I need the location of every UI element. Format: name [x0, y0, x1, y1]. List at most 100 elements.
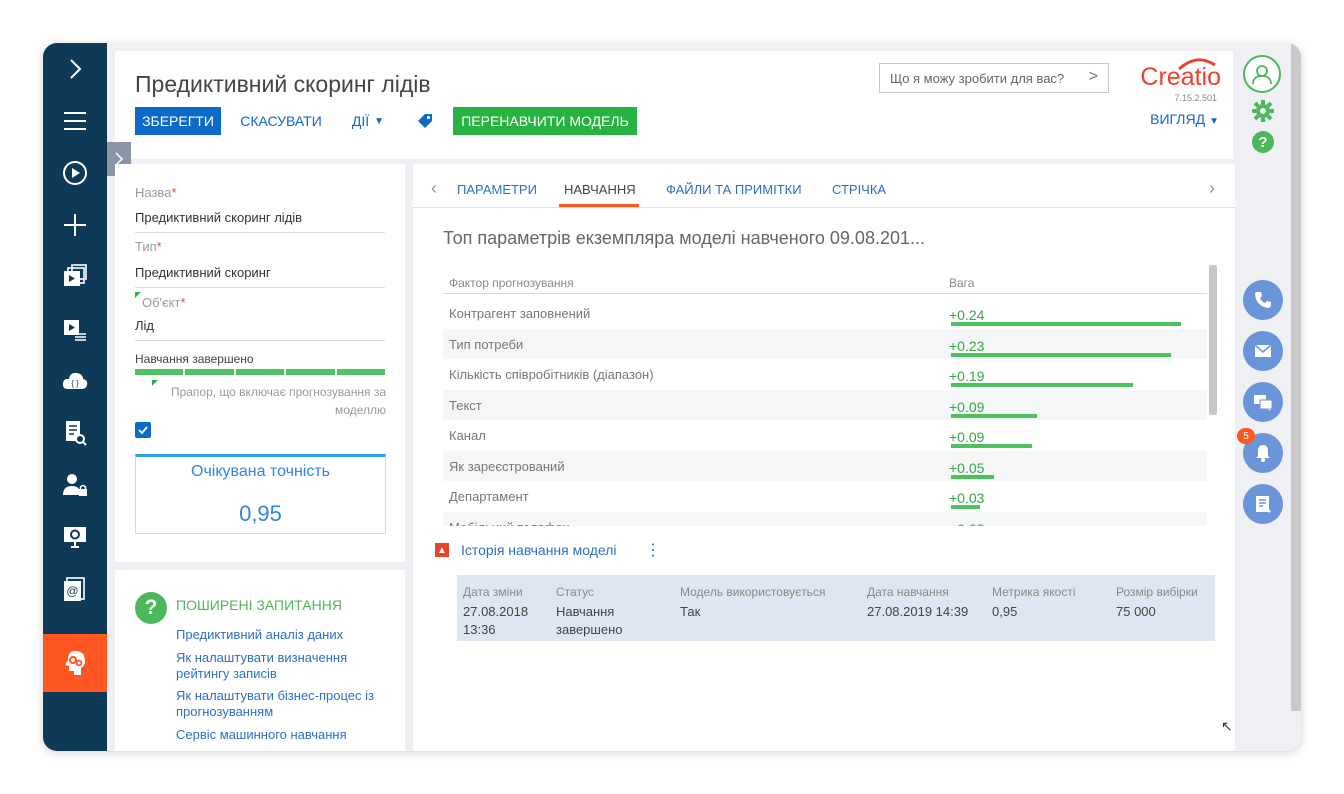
history-cell[interactable]: 27.08.2018 13:36	[463, 603, 547, 639]
factor-weight: +0.09	[949, 398, 985, 415]
grid-scrollbar[interactable]	[1209, 265, 1217, 415]
tab-training[interactable]: НАВЧАННЯ	[564, 182, 636, 197]
weight-bar	[951, 383, 1133, 387]
command-search-input[interactable]: Що я можу зробити для вас? >	[879, 63, 1109, 93]
feed-document-icon[interactable]	[1243, 484, 1283, 524]
history-cell[interactable]: 75 000	[1116, 603, 1212, 621]
tabs-bar: ‹ ПАРАМЕТРИ НАВЧАННЯ ФАЙЛИ ТА ПРИМІТКИ С…	[413, 164, 1235, 208]
email-templates-icon[interactable]: @	[43, 563, 107, 615]
mouse-cursor-icon: ↖	[1221, 718, 1233, 734]
prediction-flag-checkbox[interactable]	[135, 422, 151, 438]
left-nav: { } @	[43, 43, 107, 751]
prediction-flag-label: Прапор, що включає прогнозування за моде…	[170, 385, 386, 417]
user-lock-icon[interactable]	[43, 459, 107, 511]
history-cell[interactable]: Навчання завершено	[556, 603, 656, 639]
factor-name: Департамент	[449, 489, 529, 504]
cloud-code-icon[interactable]: { }	[43, 355, 107, 407]
settings-gear-icon[interactable]	[1243, 96, 1283, 126]
tag-icon[interactable]	[413, 107, 437, 135]
factor-name: Мобільний телефон	[449, 520, 570, 527]
training-progress-bar	[135, 369, 386, 375]
history-cell[interactable]: 27.08.2019 14:39	[867, 603, 985, 621]
email-icon[interactable]	[1243, 331, 1283, 371]
question-icon: ?	[135, 592, 167, 624]
tab-feed[interactable]: СТРІЧКА	[832, 182, 886, 197]
tab-files-notes[interactable]: ФАЙЛИ ТА ПРИМІТКИ	[666, 182, 802, 197]
table-row[interactable]: Мобільний телефон +0.03	[443, 511, 1207, 527]
col-weight-header: Вага	[949, 276, 975, 290]
sections-icon[interactable]	[43, 251, 107, 303]
profile-avatar-icon[interactable]	[1243, 55, 1281, 93]
factor-name: Як зареєстрований	[449, 458, 565, 474]
history-col-header: Дата навчання	[867, 585, 949, 599]
save-button[interactable]: ЗБЕРЕГТИ	[135, 107, 221, 135]
tabs-scroll-right-icon[interactable]: ›	[1209, 178, 1215, 199]
view-label: ВИГЛЯД	[1150, 111, 1206, 127]
hamburger-menu-icon[interactable]	[43, 95, 107, 147]
history-cell[interactable]: Так	[680, 603, 860, 621]
table-row[interactable]: Тип потреби +0.23	[443, 328, 1207, 359]
object-field[interactable]: Лід	[135, 318, 385, 341]
object-label: Об'єкт*	[142, 295, 186, 310]
cancel-button[interactable]: СКАСУВАТИ	[240, 107, 322, 135]
table-row[interactable]: Канал +0.09	[443, 420, 1207, 451]
help-icon[interactable]: ?	[1243, 127, 1283, 157]
history-menu-icon[interactable]: ⋮	[645, 540, 661, 560]
retrain-model-button[interactable]: ПЕРЕНАВЧИТИ МОДЕЛЬ	[453, 107, 637, 135]
process-list-icon[interactable]	[43, 303, 107, 355]
phone-icon[interactable]	[1243, 280, 1283, 320]
factor-weight: +0.19	[949, 368, 985, 384]
weight-bar	[951, 505, 980, 509]
history-title[interactable]: Історія навчання моделі	[461, 542, 617, 558]
page-title: Предиктивний скоринг лідів	[135, 71, 431, 97]
faq-link[interactable]: Предиктивний аналіз даних	[176, 627, 396, 643]
tabs-scroll-left-icon[interactable]: ‹	[431, 178, 437, 199]
weight-bar	[951, 413, 1037, 418]
history-cell[interactable]: 0,95	[992, 603, 1102, 621]
table-row[interactable]: Текст +0.09	[443, 389, 1207, 420]
view-dropdown[interactable]: ВИГЛЯД ▼	[1145, 111, 1219, 127]
svg-text:@: @	[66, 584, 78, 598]
table-row[interactable]: Як зареєстрований +0.05	[443, 450, 1207, 481]
expand-menu-icon[interactable]	[43, 43, 107, 95]
notifications-badge: 5	[1237, 428, 1255, 444]
faq-link[interactable]: Як налаштувати бізнес-процес із прогнозу…	[176, 688, 396, 720]
svg-text:?: ?	[1258, 134, 1267, 151]
history-col-header: Дата зміни	[463, 585, 523, 599]
type-field[interactable]: Предиктивний скоринг	[135, 265, 385, 288]
name-label: Назва*	[135, 185, 177, 200]
right-rail: ? 5	[1237, 43, 1291, 751]
factor-name: Текст	[449, 397, 482, 413]
factor-name: Канал	[449, 428, 486, 443]
factor-name: Контрагент заповнений	[449, 306, 591, 321]
main-panel: ‹ ПАРАМЕТРИ НАВЧАННЯ ФАЙЛИ ТА ПРИМІТКИ С…	[413, 164, 1235, 751]
chevron-right-icon[interactable]: >	[1089, 68, 1098, 86]
chat-icon[interactable]	[1243, 382, 1283, 422]
table-row[interactable]: Кількість співробітників (діапазон) +0.19	[443, 359, 1207, 390]
top-params-grid[interactable]: Фактор прогнозування Вага Контрагент зап…	[443, 264, 1207, 526]
monitor-settings-icon[interactable]	[43, 511, 107, 563]
search-placeholder: Що я можу зробити для вас?	[890, 70, 1065, 86]
document-search-icon[interactable]	[43, 407, 107, 459]
actions-label: ДІЇ	[351, 113, 370, 129]
page-header: Предиктивний скоринг лідів ЗБЕРЕГТИ СКАС…	[115, 51, 1233, 159]
faq-panel: ? ПОШИРЕНІ ЗАПИТАННЯ Предиктивний аналіз…	[115, 570, 405, 751]
tab-parameters[interactable]: ПАРАМЕТРИ	[457, 182, 537, 197]
history-col-header: Статус	[556, 585, 594, 599]
table-row[interactable]: Департамент +0.03	[443, 481, 1207, 512]
predictive-ai-icon[interactable]	[43, 634, 107, 692]
factor-weight: +0.23	[949, 337, 985, 354]
name-field[interactable]: Предиктивний скоринг лідів	[135, 210, 385, 233]
expected-accuracy-card: Очікувана точність 0,95	[135, 454, 386, 534]
table-row[interactable]: Контрагент заповнений +0.24	[443, 298, 1207, 329]
actions-dropdown[interactable]: ДІЇ ▼	[351, 107, 385, 135]
faq-link[interactable]: Як налаштувати визначення рейтингу запис…	[176, 650, 396, 682]
faq-link[interactable]: Сервіс машинного навчання	[176, 727, 396, 743]
play-process-icon[interactable]	[43, 147, 107, 199]
collapse-history-icon[interactable]: ▲	[435, 543, 449, 557]
weight-bar	[951, 322, 1181, 326]
weight-bar	[951, 474, 994, 479]
app-window: { } @ Предиктивний скоринг лідів ЗБЕРЕГТ…	[43, 43, 1301, 751]
add-icon[interactable]	[43, 199, 107, 251]
page-scrollbar[interactable]	[1291, 43, 1301, 711]
